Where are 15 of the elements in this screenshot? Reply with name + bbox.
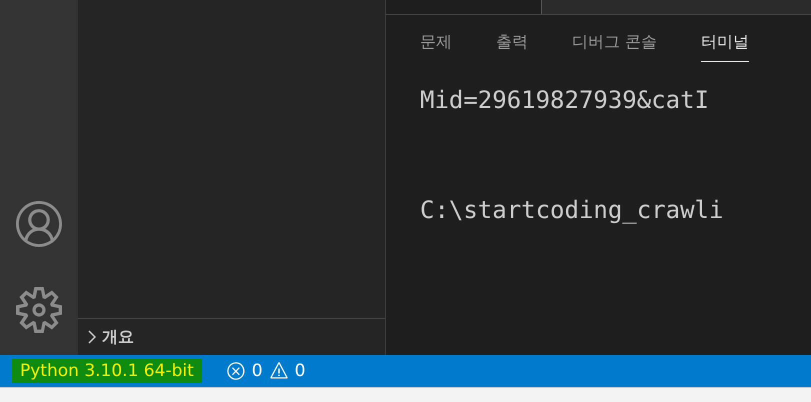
terminal-line: Mid=29619827939&catI	[420, 85, 710, 115]
error-icon	[226, 361, 246, 382]
warning-icon	[268, 361, 289, 382]
panel-tab[interactable]: 디버그 콘솔	[572, 20, 658, 62]
settings-icon[interactable]	[16, 287, 62, 334]
panel-tab[interactable]: 출력	[496, 20, 528, 62]
chevron-right-icon	[88, 330, 96, 344]
python-interpreter[interactable]: Python 3.10.1 64-bit	[12, 359, 202, 384]
panel-tab[interactable]: 문제	[420, 20, 452, 62]
error-count[interactable]: 0	[252, 361, 263, 382]
warning-count[interactable]: 0	[294, 361, 306, 382]
outline-title: 개요	[102, 326, 134, 348]
account-icon[interactable]	[16, 201, 62, 248]
panel-tab[interactable]: 터미널	[701, 20, 750, 62]
terminal-line: C:\startcoding_crawli	[420, 195, 724, 225]
